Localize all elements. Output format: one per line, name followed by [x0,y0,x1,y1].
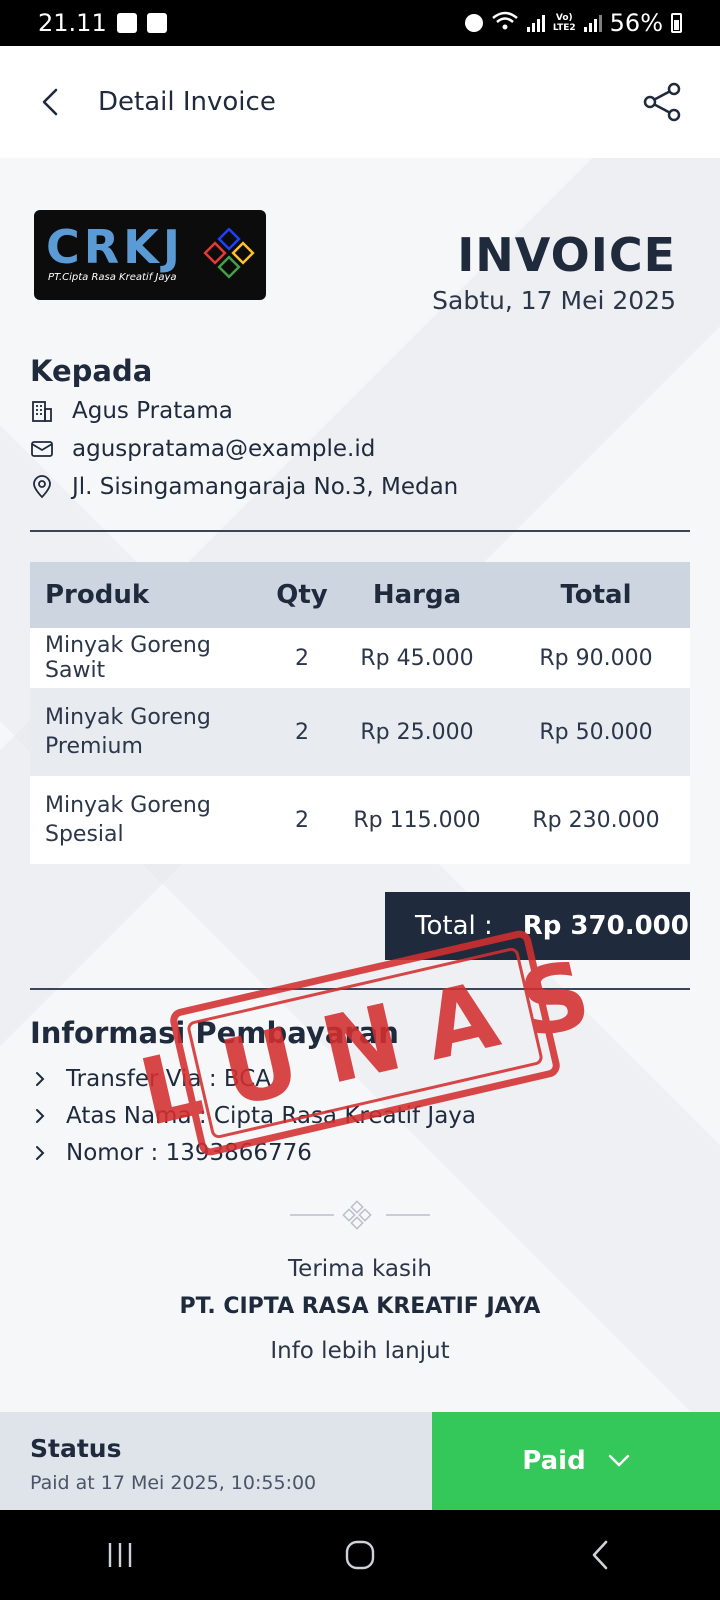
status-panel: Status Paid at 17 Mei 2025, 10:55:00 [0,1412,432,1510]
status-dropdown-label: Paid [522,1446,586,1476]
signal-icon [526,14,545,32]
location-pin-icon [33,475,51,499]
chevron-right-icon [36,1072,45,1086]
cell-produk: Minyak Goreng Spesial [45,793,211,847]
system-back-button[interactable] [560,1525,640,1585]
total-label: Total : [415,911,493,941]
account-number: Nomor : 1393866776 [66,1140,312,1166]
status-footer: Status Paid at 17 Mei 2025, 10:55:00 Pai… [0,1412,720,1510]
cell-qty: 2 [295,807,309,833]
company-name: PT. CIPTA RASA KREATIF JAYA [179,1294,541,1319]
thanks-text: Terima kasih [288,1256,432,1282]
cell-total: Rp 50.000 [539,719,653,745]
recipient-heading: Kepada [30,354,153,388]
app-bar: Detail Invoice [0,46,720,158]
back-icon [592,1540,608,1570]
cell-total: Rp 230.000 [532,807,660,833]
clock: 21.11 [38,9,107,37]
cell-harga: Rp 45.000 [360,645,474,671]
chevron-down-icon [608,1454,629,1467]
recipient-name-row: Agus Pratama [30,398,233,424]
divider [30,530,690,532]
cell-total: Rp 90.000 [539,645,653,671]
share-icon [643,82,681,122]
status-dropdown-button[interactable]: Paid [432,1412,720,1510]
column-header-produk: Produk [45,580,150,610]
recycle-icon [464,14,483,32]
column-header-harga: Harga [372,580,462,610]
gallery-icon [116,13,137,33]
logo-diamonds-icon [203,228,255,279]
chevron-left-icon [42,88,58,116]
network-label: LTE2 [552,23,576,33]
system-nav-bar [0,1510,720,1600]
back-button[interactable] [20,72,80,132]
cell-produk: Minyak Goreng Premium [45,705,211,759]
table-row: Minyak Goreng Sawit 2 Rp 45.000 Rp 90.00… [30,628,690,688]
payment-info-item: Nomor : 1393866776 [34,1140,312,1166]
invoice-date: Sabtu, 17 Mei 2025 [432,286,676,315]
invoice-content[interactable]: CRKJ PT.Cipta Rasa Kreatif Jaya INVOICE … [0,158,720,1412]
volte-indicator: Vo) LTE2 [553,13,576,33]
mail-icon [31,441,53,457]
column-header-total: Total [560,580,632,610]
signal-icon-2 [583,14,602,32]
status-label: Status [30,1434,122,1463]
cell-harga: Rp 115.000 [353,807,481,833]
recent-apps-icon [108,1543,132,1567]
volte-label: Vo) [555,13,573,23]
battery-percent: 56% [609,9,663,37]
recipient-address-row: Jl. Sisingamangaraja No.3, Medan [30,474,458,500]
recent-apps-button[interactable] [80,1525,160,1585]
invoice-title: INVOICE [457,228,676,282]
ornament-divider-icon [290,1200,430,1230]
stamp-inner-border [185,946,545,1140]
building-icon [32,401,52,422]
total-value: Rp 370.000 [522,911,689,941]
recipient-address: Jl. Sisingamangaraja No.3, Medan [72,474,459,500]
wifi-icon [491,9,519,37]
home-icon [345,1540,375,1570]
cell-produk: Minyak Goreng Sawit [45,633,211,683]
home-button[interactable] [320,1525,400,1585]
logo-subtitle: PT.Cipta Rasa Kreatif Jaya [48,272,177,283]
cell-qty: 2 [295,645,309,671]
cell-harga: Rp 25.000 [360,719,474,745]
battery-icon [671,13,682,33]
items-table: Produk Qty Harga Total Minyak Goreng Saw… [30,562,690,864]
recipient-email: aguspratama@example.id [72,436,376,462]
table-row: Minyak Goreng Spesial 2 Rp 115.000 Rp 23… [30,776,690,864]
more-info-link[interactable]: Info lebih lanjut [0,1338,720,1364]
checkbox-icon [146,13,167,33]
chevron-right-icon [36,1109,45,1123]
share-button[interactable] [632,72,692,132]
table-row: Minyak Goreng Premium 2 Rp 25.000 Rp 50.… [30,688,690,776]
status-bar: 21.11 Vo) LTE2 56% [0,0,720,46]
table-header: Produk Qty Harga Total [30,562,690,628]
recipient-email-row: aguspratama@example.id [30,436,375,462]
chevron-right-icon [36,1146,45,1160]
page-title: Detail Invoice [98,87,276,117]
cell-qty: 2 [295,719,309,745]
logo-text: CRKJ [46,220,184,274]
company-logo: CRKJ PT.Cipta Rasa Kreatif Jaya [34,210,266,300]
column-header-qty: Qty [276,580,328,610]
recipient-name: Agus Pratama [72,398,233,424]
status-timestamp: Paid at 17 Mei 2025, 10:55:00 [30,1472,317,1494]
